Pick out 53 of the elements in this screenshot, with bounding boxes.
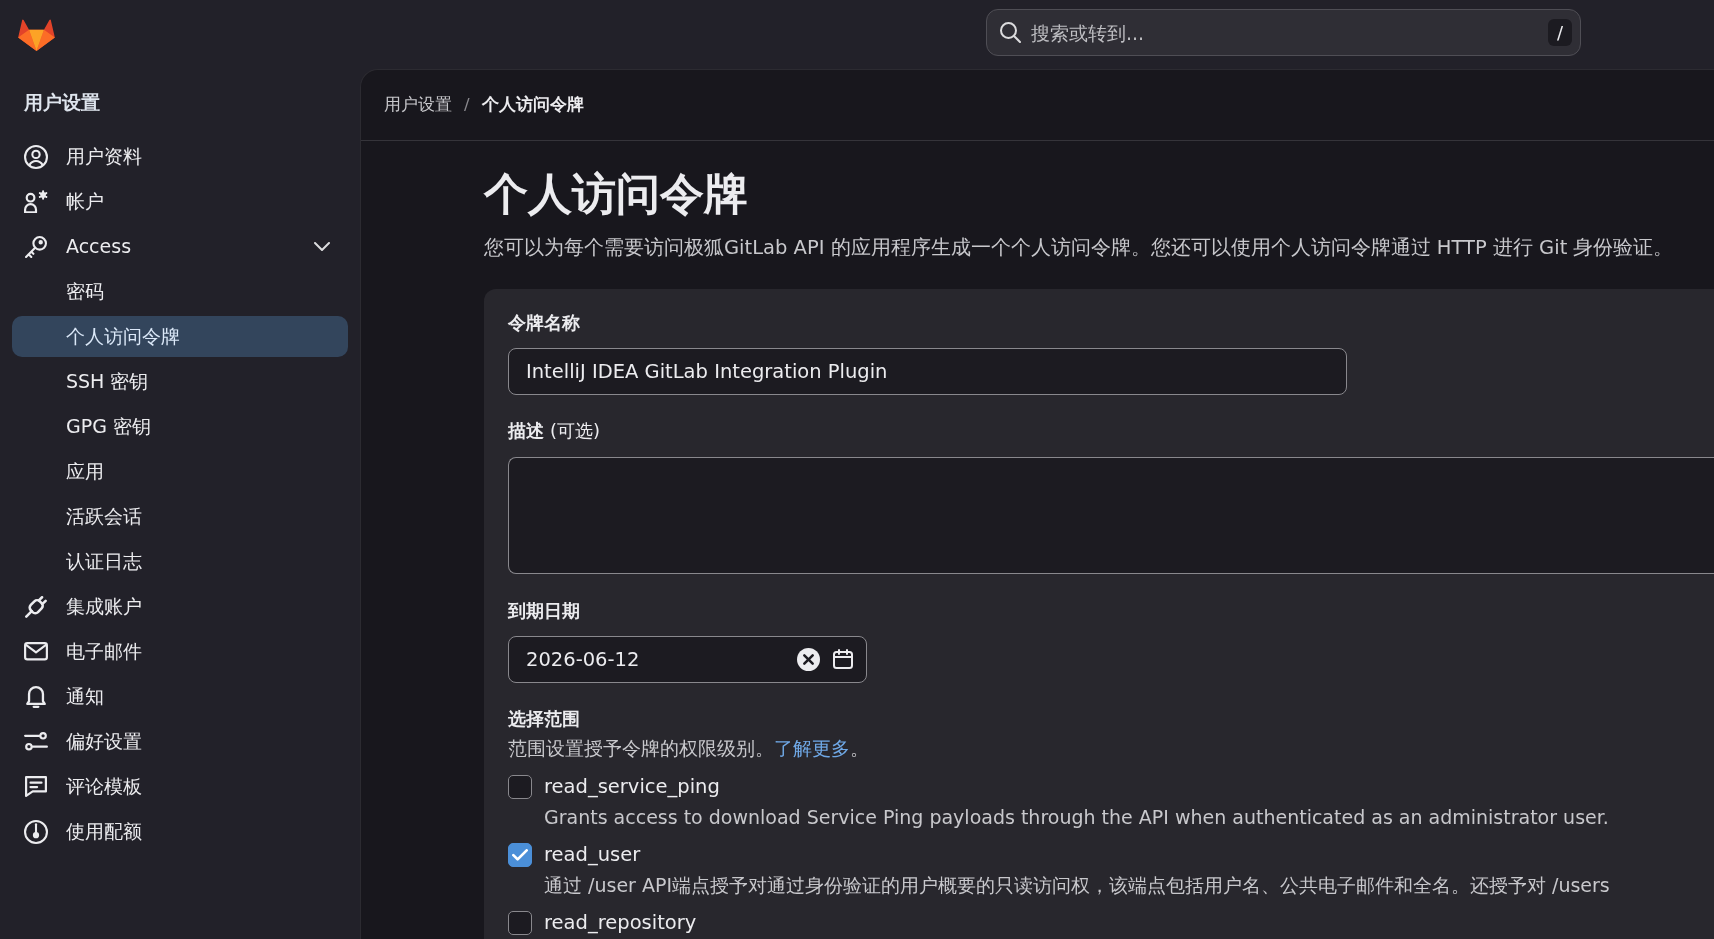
field-label: 到期日期 xyxy=(508,599,580,624)
sidebar-item[interactable]: 用户资料 xyxy=(12,136,348,177)
check-icon xyxy=(512,849,528,861)
sidebar-subitem[interactable]: 密码 xyxy=(12,271,348,312)
sidebar-item[interactable]: 使用配额 xyxy=(12,811,348,852)
breadcrumb-separator: / xyxy=(464,93,470,116)
sidebar-heading: 用户设置 xyxy=(23,90,101,115)
sidebar-item[interactable]: 集成账户 xyxy=(12,586,348,627)
scope-description: Grants access to download Service Ping payloads through the API when authenticated as an administrator user. xyxy=(543,805,1609,831)
checkbox[interactable] xyxy=(508,910,532,935)
sidebar-item[interactable]: 偏好设置 xyxy=(12,721,348,762)
field-label: 令牌名称 xyxy=(508,311,580,336)
envelope-icon xyxy=(24,642,48,661)
sidebar-group-toggle[interactable]: Access xyxy=(12,226,348,267)
optional-note: (可选) xyxy=(550,419,601,444)
scope-name[interactable]: read_service_ping xyxy=(544,772,720,802)
user-circle-icon xyxy=(24,144,48,169)
page-title: 个人访问令牌 xyxy=(484,167,748,221)
date-field[interactable]: 2026-06-12 xyxy=(508,636,867,684)
scope-heading: 选择范围 xyxy=(508,707,581,732)
scope-help-text: 范围设置授予令牌的权限级别。了解更多。 xyxy=(508,736,869,762)
sidebar-subitem[interactable]: SSH 密钥 xyxy=(12,361,348,402)
speech-bubble-icon xyxy=(25,776,47,797)
sliders-icon xyxy=(24,732,48,751)
sidebar-item[interactable]: 帐户 xyxy=(12,181,348,222)
bell-icon xyxy=(26,685,46,708)
sidebar-item[interactable]: 电子邮件 xyxy=(12,631,348,672)
sidebar-item[interactable]: 通知 xyxy=(12,676,348,717)
sidebar-subitem[interactable]: 个人访问令牌 xyxy=(12,316,348,357)
breadcrumb-link[interactable]: 用户设置 xyxy=(384,92,452,118)
learn-more-link[interactable]: 了解更多 xyxy=(774,737,850,760)
plug-icon xyxy=(25,595,47,618)
sidebar-subitem[interactable]: 应用 xyxy=(12,451,348,492)
field-label: 描述 xyxy=(508,419,544,444)
sidebar-subitem[interactable]: 认证日志 xyxy=(12,541,348,582)
gauge-icon xyxy=(24,819,48,844)
text-input[interactable]: IntelliJ IDEA GitLab Integration Plugin xyxy=(508,348,1347,396)
person-asterisk-icon xyxy=(24,189,48,214)
search-icon xyxy=(1000,22,1021,43)
scope-name[interactable]: read_repository xyxy=(544,908,697,938)
sidebar-item[interactable]: 评论模板 xyxy=(12,766,348,807)
checkbox[interactable] xyxy=(508,842,532,867)
key-icon xyxy=(25,235,47,258)
breadcrumb-current: 个人访问令牌 xyxy=(481,93,584,116)
sidebar-subitem[interactable]: GPG 密钥 xyxy=(12,406,348,447)
clear-icon[interactable] xyxy=(797,648,820,672)
scope-description: 通过 /user API端点授予对通过身份验证的用户概要的只读访问权，该端点包括用户名、公共电子邮件和全名。还授予对 /users xyxy=(543,873,1610,899)
page-description: 您可以为每个需要访问极狐GitLab API 的应用程序生成一个个人访问令牌。您还可以使用个人访问令牌通过 HTTP 进行 Git 身份验证。 xyxy=(484,235,1674,262)
fox-logo-icon xyxy=(18,18,55,51)
scope-name[interactable]: read_user xyxy=(544,840,641,870)
checkbox[interactable] xyxy=(508,774,532,799)
sidebar-subitem[interactable]: 活跃会话 xyxy=(12,496,348,537)
calendar-icon[interactable] xyxy=(833,649,853,670)
